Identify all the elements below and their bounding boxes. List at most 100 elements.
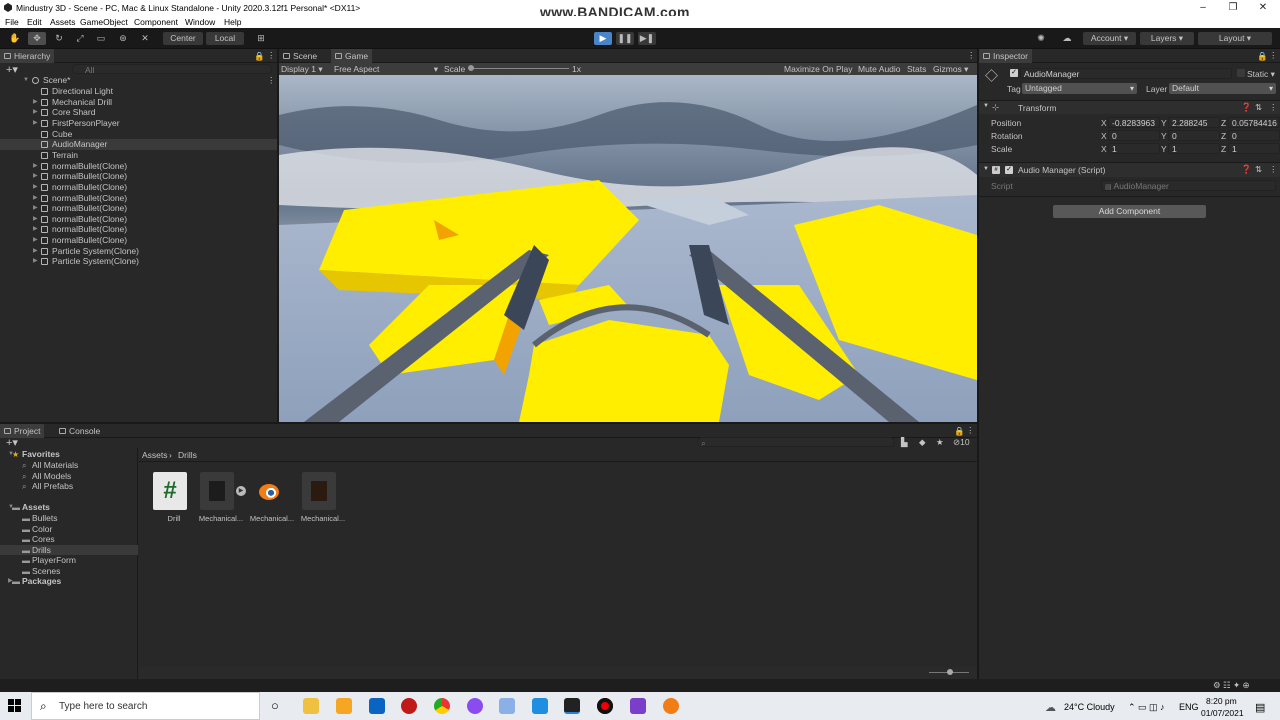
expand-arrow-icon[interactable]: ▶ xyxy=(33,161,38,172)
add-component-button[interactable]: Add Component xyxy=(1053,205,1206,218)
menu-edit[interactable]: Edit xyxy=(27,17,42,27)
hierarchy-item[interactable]: ▶ normalBullet(Clone) xyxy=(0,235,277,246)
transform-tool-icon[interactable]: ⊛ xyxy=(114,32,132,45)
hierarchy-search-input[interactable]: All xyxy=(72,64,272,75)
tree-favorites[interactable]: ▼ ★ Favorites xyxy=(0,449,138,460)
bandicam-icon[interactable] xyxy=(597,698,613,714)
mail-icon[interactable] xyxy=(369,698,385,714)
tree-folder-item[interactable]: ▬ Bullets xyxy=(0,513,138,524)
layout-dropdown[interactable]: Layout ▾ xyxy=(1198,32,1272,45)
clock-time[interactable]: 8:20 pm xyxy=(1206,696,1237,706)
hierarchy-item[interactable]: ▶ normalBullet(Clone) xyxy=(0,182,277,193)
preset-icon[interactable]: ⇅ xyxy=(1255,102,1262,113)
tree-folder-item[interactable]: ▬ Color xyxy=(0,524,138,535)
expand-arrow-icon[interactable]: ▶ xyxy=(33,97,38,108)
close-button[interactable]: ✕ xyxy=(1256,1,1270,14)
tree-folder-item[interactable]: ▬ Cores xyxy=(0,534,138,545)
hierarchy-item[interactable]: ▶ normalBullet(Clone) xyxy=(0,214,277,225)
expand-arrow-icon[interactable]: ▶ xyxy=(33,203,38,214)
tab-scene[interactable]: Scene xyxy=(279,49,321,63)
rotation-y-field[interactable]: 0 xyxy=(1168,130,1220,141)
expand-arrow-icon[interactable]: ▶ xyxy=(33,171,38,182)
expand-arrow-icon[interactable]: ▶ xyxy=(33,118,38,129)
kebab-menu-icon[interactable]: ⋮ xyxy=(267,50,276,61)
visual-studio-icon[interactable] xyxy=(630,698,646,714)
hierarchy-item[interactable]: ▶ Core Shard xyxy=(0,107,277,118)
layer-dropdown[interactable]: Default xyxy=(1169,83,1276,94)
tree-folder-item[interactable]: ▬ Drills xyxy=(0,544,138,556)
expand-prefab-icon[interactable]: ▶ xyxy=(236,486,246,496)
breadcrumb-drills[interactable]: Drills xyxy=(178,450,197,460)
filter-type-icon[interactable]: ▙ xyxy=(901,437,908,448)
inspector-lock-icon[interactable]: 🔒 xyxy=(1257,51,1268,62)
tag-dropdown[interactable]: Untagged xyxy=(1022,83,1137,94)
asset-file[interactable]: Mechanical... xyxy=(301,472,345,524)
tab-hierarchy[interactable]: Hierarchy xyxy=(0,49,55,63)
rotation-z-field[interactable]: 0 xyxy=(1228,130,1280,141)
favorite-star-icon[interactable]: ★ xyxy=(936,437,944,448)
scene-menu-icon[interactable]: ⋮ xyxy=(267,75,276,86)
game-viewport[interactable] xyxy=(279,75,977,422)
move-tool-icon[interactable]: ✥ xyxy=(28,32,46,45)
hierarchy-item[interactable]: ▶ normalBullet(Clone) xyxy=(0,161,277,172)
static-checkbox[interactable] xyxy=(1237,69,1245,77)
hierarchy-item[interactable]: ▶ Mechanical Drill xyxy=(0,97,277,108)
language-indicator[interactable]: ENG xyxy=(1179,702,1199,712)
position-x-field[interactable]: -0.8283963 xyxy=(1108,117,1160,128)
expand-arrow-icon[interactable]: ▶ xyxy=(33,107,38,118)
cloud-icon[interactable]: ☁ xyxy=(1058,32,1076,45)
messenger-icon[interactable] xyxy=(467,698,483,714)
clock-date[interactable]: 01/07/2021 xyxy=(1201,708,1244,718)
lock-icon[interactable]: 🔒 xyxy=(254,51,265,62)
y-axis-label[interactable]: Y xyxy=(1161,144,1167,154)
component-menu-icon[interactable]: ⋮ xyxy=(1269,102,1278,113)
step-button[interactable]: ▶❚ xyxy=(638,32,656,45)
blender-icon[interactable] xyxy=(663,698,679,714)
expand-arrow-icon[interactable]: ▶ xyxy=(33,235,38,246)
static-dropdown[interactable]: Static ▾ xyxy=(1247,69,1275,80)
tree-favorite-item[interactable]: ⌕ All Models xyxy=(0,471,138,482)
rotation-x-field[interactable]: 0 xyxy=(1108,130,1160,141)
help-icon[interactable]: ❓ xyxy=(1241,102,1252,113)
project-search-input[interactable]: ⌕ xyxy=(697,437,895,448)
minimize-button[interactable]: – xyxy=(1196,1,1210,14)
maximize-button[interactable]: ❐ xyxy=(1226,1,1240,14)
weather-text[interactable]: 24°C Cloudy xyxy=(1064,702,1115,712)
hierarchy-item[interactable]: ▶ normalBullet(Clone) xyxy=(0,203,277,214)
hierarchy-item[interactable]: ▶ normalBullet(Clone) xyxy=(0,171,277,182)
component-enabled-checkbox[interactable]: ✓ xyxy=(1005,166,1013,174)
menu-window[interactable]: Window xyxy=(185,17,215,27)
writer-icon[interactable] xyxy=(532,698,548,714)
z-axis-label[interactable]: Z xyxy=(1221,131,1226,141)
x-axis-label[interactable]: X xyxy=(1101,144,1107,154)
hidden-packages-icon[interactable]: ⊘10 xyxy=(953,437,970,448)
cortana-icon[interactable]: ○ xyxy=(271,698,279,713)
icon-size-handle[interactable] xyxy=(947,669,953,675)
position-z-field[interactable]: 0.05784416 xyxy=(1228,117,1280,128)
x-axis-label[interactable]: X xyxy=(1101,131,1107,141)
hand-tool-icon[interactable]: ✋ xyxy=(6,32,24,45)
expand-arrow-icon[interactable]: ▶ xyxy=(33,193,38,204)
hierarchy-item[interactable]: Terrain xyxy=(0,150,277,161)
display-dropdown[interactable]: Display 1 ▾ xyxy=(281,64,323,75)
tab-game[interactable]: Game xyxy=(331,49,373,63)
custom-tool-icon[interactable]: ✕ xyxy=(136,32,154,45)
inspector-menu-icon[interactable]: ⋮ xyxy=(1269,50,1278,61)
expand-arrow-icon[interactable]: ▶ xyxy=(33,182,38,193)
hierarchy-item[interactable]: ▶ normalBullet(Clone) xyxy=(0,193,277,204)
unity-taskbar-icon[interactable] xyxy=(564,698,580,714)
maximize-on-play-toggle[interactable]: Maximize On Play xyxy=(784,64,853,74)
hierarchy-item[interactable]: Cube xyxy=(0,129,277,140)
tree-favorite-item[interactable]: ⌕ All Prefabs xyxy=(0,481,138,492)
rotate-tool-icon[interactable]: ↻ xyxy=(50,32,68,45)
notification-icon[interactable]: ▤ xyxy=(1255,701,1265,714)
pivot-local-button[interactable]: Local xyxy=(206,32,244,45)
hierarchy-item[interactable]: AudioManager xyxy=(0,139,277,150)
aspect-dropdown[interactable]: Free Aspect ▾ xyxy=(334,64,438,74)
sticky-notes-icon[interactable] xyxy=(336,698,352,714)
script-field[interactable]: ▤ AudioManager xyxy=(1101,180,1276,191)
tree-assets[interactable]: ▼ ▬ Assets xyxy=(0,502,138,513)
account-dropdown[interactable]: Account ▾ xyxy=(1083,32,1136,45)
mute-audio-toggle[interactable]: Mute Audio xyxy=(858,64,901,74)
menu-file[interactable]: File xyxy=(5,17,19,27)
